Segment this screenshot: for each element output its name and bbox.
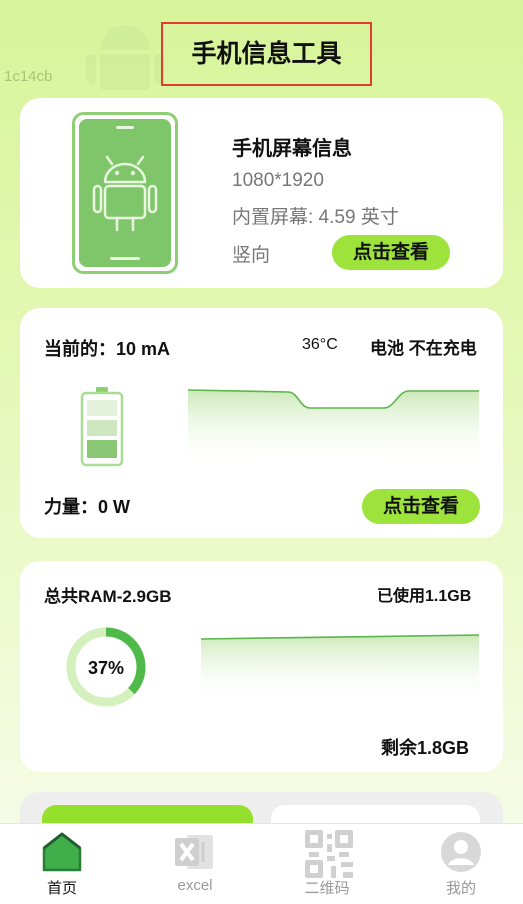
nav-item-home[interactable]: 首页 [7,824,117,904]
battery-status: 电池 不在充电 [370,339,477,358]
page-title: 手机信息工具 [191,40,342,68]
battery-history-graph [188,389,479,466]
version-tag: 1c14cb [4,68,53,85]
android-watermark-icon [86,25,164,90]
screen-info-card: 手机屏幕信息 1080*1920 内置屏幕: 4.59 英寸 竖向 点击查看 [20,98,503,288]
battery-card: 当前的：10 mA 36°C 电池 不在充电 力量：0 W 点击查看 [20,308,503,538]
user-icon [441,832,481,872]
home-icon [42,832,82,872]
ram-remaining: 剩余1.8GB [381,738,470,758]
nav-item-excel[interactable]: excel [140,824,250,904]
screen-info-title: 手机屏幕信息 [232,138,352,160]
excel-icon [175,835,213,869]
nav-item-profile[interactable]: 我的 [406,824,516,904]
nav-label-qrcode: 二维码 [304,880,350,897]
nav-label-profile: 我的 [445,880,476,897]
ram-percent: 37% [88,658,124,678]
screen-orientation: 竖向 [232,245,271,266]
screen-resolution: 1080*1920 [232,170,324,191]
nav-label-excel: excel [177,877,213,894]
phone-android-icon [72,112,178,274]
ram-total: 总共RAM-2.9GB [44,587,172,606]
battery-power: 力量：0 W [44,497,131,517]
ram-usage-ring: 37% [66,627,146,707]
view-battery-button[interactable]: 点击查看 [362,489,480,524]
qr-code-icon [305,830,353,878]
battery-current: 当前的：10 mA [44,339,171,359]
battery-level-icon [80,387,124,467]
bottom-navigation: 首页 excel 二维码 我的 [0,823,523,904]
view-screen-button[interactable]: 点击查看 [332,235,450,270]
nav-label-home: 首页 [46,880,77,897]
screen-size: 内置屏幕: 4.59 英寸 [232,207,399,228]
ram-card: 总共RAM-2.9GB 已使用1.1GB 37% 剩余1.8GB [20,561,503,772]
battery-temperature: 36°C [302,336,338,353]
ram-used: 已使用1.1GB [377,588,472,605]
nav-item-qrcode[interactable]: 二维码 [272,824,382,904]
ram-history-graph [201,634,479,699]
